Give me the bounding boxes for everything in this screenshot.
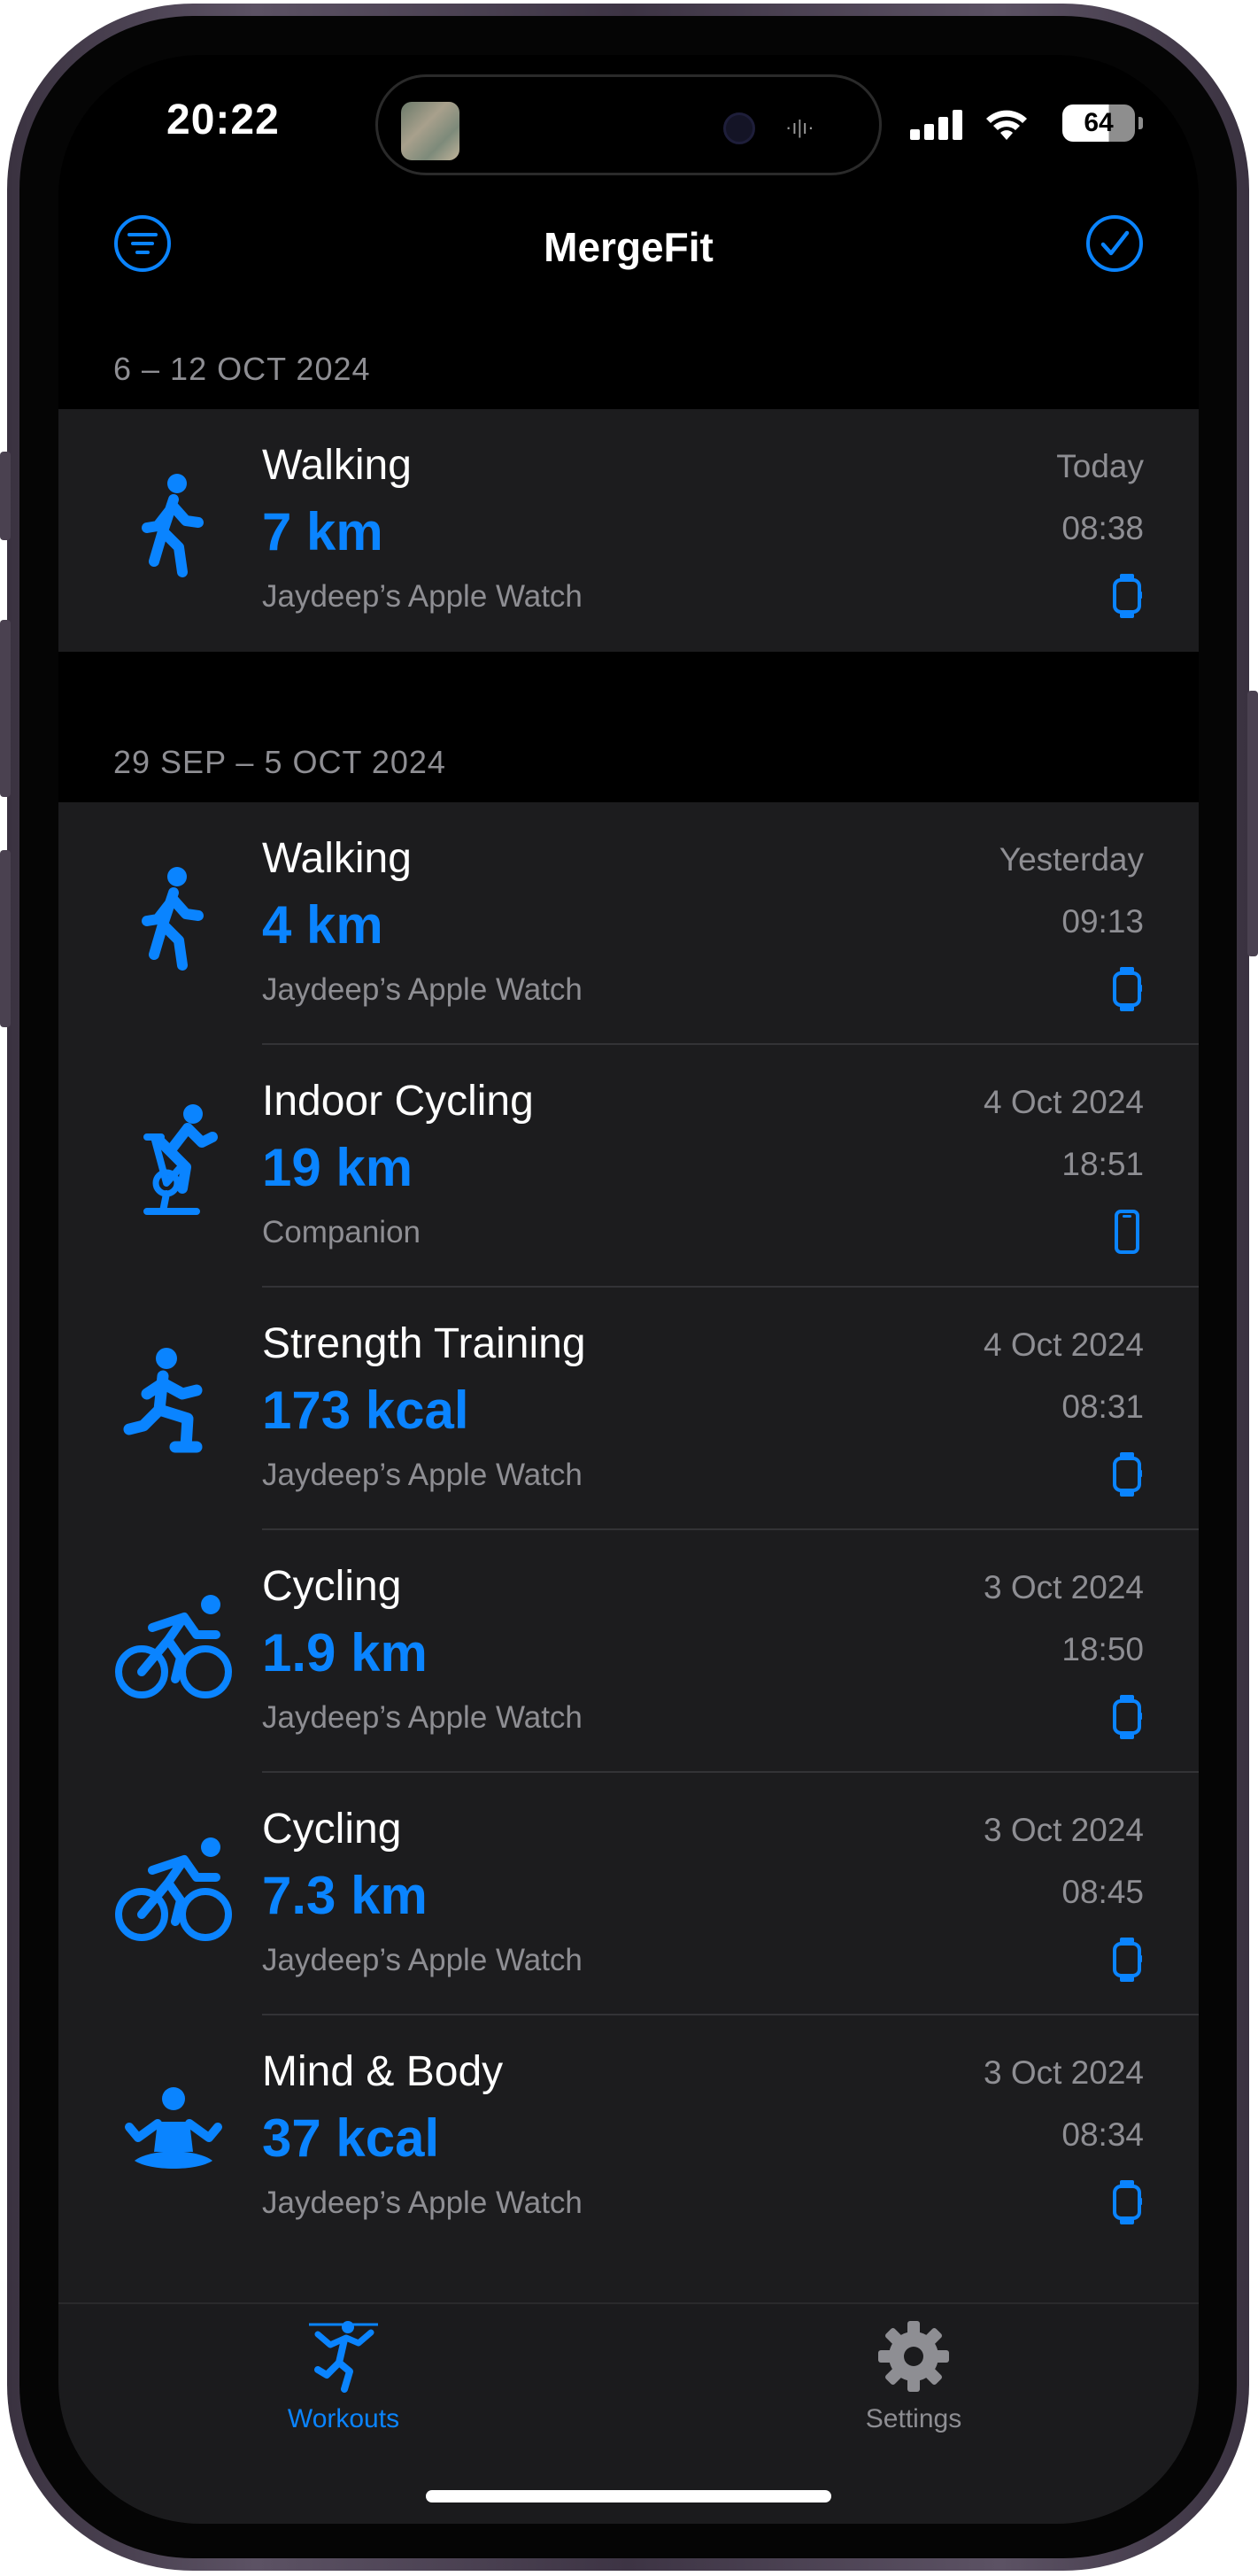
home-indicator (426, 2490, 831, 2503)
workout-time: 08:38 (1061, 510, 1144, 546)
workout-date: Yesterday (999, 841, 1144, 878)
workout-value: 4 km (262, 895, 383, 955)
strength-training-icon (112, 1344, 235, 1468)
workout-value: 173 kcal (262, 1381, 469, 1440)
workout-row[interactable]: Cycling 1.9 km Jaydeep’s Apple Watch 3 O… (58, 1530, 1199, 1773)
workout-value: 7 km (262, 502, 383, 561)
workout-value: 7.3 km (262, 1866, 428, 1925)
tab-settings[interactable]: Settings (781, 2317, 1046, 2434)
workout-name: Strength Training (262, 1320, 586, 1367)
section-header: 6 – 12 OCT 2024 (113, 351, 371, 387)
workouts-icon (309, 2321, 378, 2393)
workout-name: Cycling (262, 1563, 402, 1610)
workout-name: Walking (262, 835, 412, 882)
workout-row[interactable]: Walking 4 km Jaydeep’s Apple Watch Yeste… (58, 802, 1199, 1045)
workout-row[interactable]: Mind & Body 37 kcal Jaydeep’s Apple Watc… (58, 2015, 1199, 2258)
cellular-signal-icon (910, 108, 965, 140)
checkmark-circle-icon (1086, 215, 1143, 272)
workout-source: Jaydeep’s Apple Watch (262, 972, 583, 1007)
workout-time: 18:51 (1061, 1146, 1144, 1182)
page-title: MergeFit (544, 224, 714, 270)
battery-indicator: 64 (1062, 104, 1135, 142)
cycling-icon (112, 1830, 235, 1953)
workout-source: Jaydeep’s Apple Watch (262, 1943, 583, 1977)
select-button[interactable] (1085, 214, 1144, 273)
watch-icon (1112, 1452, 1142, 1497)
walking-icon (112, 466, 235, 590)
indoor-cycling-icon (112, 1102, 235, 1226)
workout-time: 18:50 (1061, 1631, 1144, 1667)
battery-tip (1138, 117, 1143, 129)
workout-value: 1.9 km (262, 1623, 428, 1683)
workout-source: Jaydeep’s Apple Watch (262, 1700, 583, 1735)
status-time: 20:22 (166, 97, 280, 143)
workout-name: Walking (262, 442, 412, 489)
walking-icon (112, 859, 235, 983)
workout-date: 3 Oct 2024 (983, 1812, 1144, 1848)
volume-down-button (0, 850, 11, 1027)
workout-date: Today (1056, 448, 1144, 484)
watch-icon (1112, 1695, 1142, 1739)
mind-body-icon (112, 2072, 235, 2196)
action-button (0, 452, 11, 540)
workout-name: Cycling (262, 1806, 402, 1853)
workout-date: 3 Oct 2024 (983, 2054, 1144, 2091)
workout-source: Jaydeep’s Apple Watch (262, 1458, 583, 1492)
cycling-icon (112, 1587, 235, 1711)
workout-date: 4 Oct 2024 (983, 1327, 1144, 1363)
workout-time: 08:45 (1061, 1874, 1144, 1910)
audio-waveform-icon: ·ı|ı· (785, 116, 814, 138)
workout-name: Mind & Body (262, 2048, 504, 2095)
screen: 20:22 ·ı|ı· 64 MergeFit 6 – 12 OCT 2024 (58, 55, 1199, 2524)
now-playing-artwork (401, 102, 459, 160)
gear-icon (878, 2321, 949, 2392)
workout-time: 08:31 (1061, 1389, 1144, 1425)
workout-row[interactable]: Walking 7 km Jaydeep’s Apple Watch Today… (58, 409, 1199, 652)
workout-name: Indoor Cycling (262, 1078, 534, 1125)
watch-icon (1112, 2180, 1142, 2224)
workout-row[interactable]: Indoor Cycling 19 km Companion 4 Oct 202… (58, 1045, 1199, 1288)
wifi-icon (986, 110, 1027, 140)
phone-icon (1112, 1210, 1142, 1254)
tab-workouts[interactable]: Workouts (211, 2317, 476, 2434)
workout-value: 19 km (262, 1138, 413, 1197)
workout-row[interactable]: Strength Training 173 kcal Jaydeep’s App… (58, 1288, 1199, 1530)
workout-group: Walking 4 km Jaydeep’s Apple Watch Yeste… (58, 802, 1199, 2302)
workout-date: 3 Oct 2024 (983, 1569, 1144, 1605)
tab-label: Workouts (287, 2404, 400, 2433)
dynamic-island: ·ı|ı· (375, 74, 882, 175)
workout-time: 09:13 (1061, 903, 1144, 940)
workout-source: Companion (262, 1215, 421, 1249)
workout-date: 4 Oct 2024 (983, 1084, 1144, 1120)
workout-source: Jaydeep’s Apple Watch (262, 2185, 583, 2220)
front-camera (723, 112, 755, 144)
tab-label: Settings (865, 2404, 962, 2433)
workout-row[interactable]: Cycling 7.3 km Jaydeep’s Apple Watch 3 O… (58, 1773, 1199, 2015)
watch-icon (1112, 1938, 1142, 1982)
volume-up-button (0, 620, 11, 797)
watch-icon (1112, 574, 1142, 618)
workout-source: Jaydeep’s Apple Watch (262, 579, 583, 614)
workout-time: 08:34 (1061, 2116, 1144, 2153)
watch-icon (1112, 967, 1142, 1011)
section-header: 29 SEP – 5 OCT 2024 (113, 744, 446, 780)
power-button (1247, 691, 1258, 956)
workout-value: 37 kcal (262, 2108, 440, 2168)
workout-group: Walking 7 km Jaydeep’s Apple Watch Today… (58, 409, 1199, 652)
